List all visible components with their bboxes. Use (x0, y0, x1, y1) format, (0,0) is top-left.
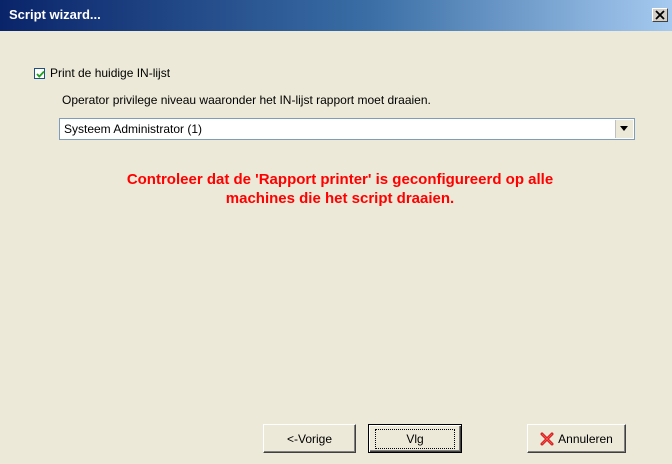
print-checkbox-row[interactable]: Print de huidige IN-lijst (34, 65, 170, 81)
print-checkbox-label: Print de huidige IN-lijst (50, 66, 171, 80)
next-button-label: Vlg (375, 428, 455, 449)
window-title: Script wizard... (9, 7, 101, 22)
warning-line-2: machines die het script draaien. (225, 190, 455, 207)
close-button[interactable] (652, 8, 668, 22)
print-checkbox[interactable] (34, 67, 45, 79)
close-icon (655, 10, 665, 23)
operator-level-select[interactable]: Systeem Administrator (1) (59, 118, 635, 140)
red-x-icon (540, 432, 554, 446)
operator-level-value: Systeem Administrator (1) (64, 122, 203, 136)
dropdown-button[interactable] (615, 120, 633, 138)
previous-button[interactable]: <-Vorige (263, 424, 356, 453)
cancel-button[interactable]: Annuleren (527, 424, 626, 453)
checkmark-icon (36, 70, 45, 78)
previous-button-label: <-Vorige (286, 431, 333, 446)
printer-warning-text: Controleer dat de 'Rapport printer' is g… (40, 170, 640, 208)
cancel-button-label: Annuleren (558, 431, 613, 446)
script-wizard-window: Script wizard... Print de huidige IN-lij… (0, 0, 672, 464)
operator-level-label: Operator privilege niveau waaronder het … (62, 93, 431, 107)
title-bar[interactable]: Script wizard... (0, 0, 672, 31)
chevron-down-icon (620, 126, 628, 131)
warning-line-1: Controleer dat de 'Rapport printer' is g… (126, 171, 554, 188)
next-button[interactable]: Vlg (368, 424, 462, 453)
